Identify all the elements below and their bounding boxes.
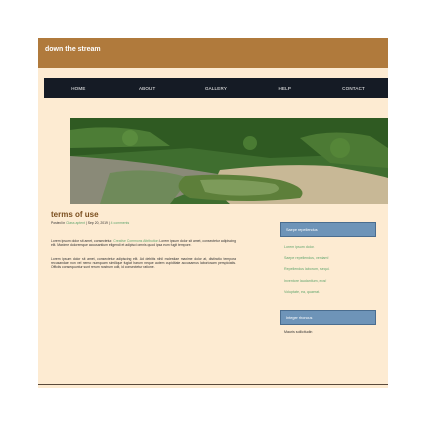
nav-help[interactable]: HELP — [250, 86, 319, 91]
page: down the stream HOME ABOUT GALLERY HELP … — [38, 38, 388, 388]
sidebar-links: Lorem ipsum dolor. Saepe repellendus, ve… — [284, 245, 378, 294]
sidebar-link[interactable]: Repellendus laborum, sequi. — [284, 267, 378, 271]
post-title[interactable]: terms of use — [51, 210, 236, 219]
main-content: terms of use Posted in Class aptent | Se… — [51, 210, 236, 279]
sidebar-link[interactable]: Inventore laudantium, eos! — [284, 279, 378, 283]
main-nav: HOME ABOUT GALLERY HELP CONTACT — [44, 78, 388, 98]
meta-prefix: Posted in — [51, 221, 66, 225]
stream-photo — [70, 118, 388, 204]
post-meta: Posted in Class aptent | Sep 20, 2019 | … — [51, 221, 130, 225]
footer-divider — [38, 384, 388, 385]
sidebar-button-integer[interactable]: Integer rhoncus — [280, 310, 376, 326]
sidebar-items: Mauris sollicitudin — [284, 330, 378, 334]
nav-gallery[interactable]: GALLERY — [182, 86, 251, 91]
sidebar: Saepe repellendus Lorem ipsum dolor. Sae… — [280, 222, 378, 338]
meta-comments[interactable]: 4 comments — [111, 221, 129, 225]
sidebar-link[interactable]: Lorem ipsum dolor. — [284, 245, 378, 249]
header-banner: down the stream — [38, 38, 388, 68]
hero-image — [70, 118, 388, 204]
nav-home[interactable]: HOME — [44, 86, 113, 91]
nav-contact[interactable]: CONTACT — [319, 86, 388, 91]
sidebar-button-saepe[interactable]: Saepe repellendus — [280, 222, 376, 237]
site-title[interactable]: down the stream — [45, 46, 101, 53]
meta-category[interactable]: Class aptent — [66, 221, 85, 225]
nav-about[interactable]: ABOUT — [113, 86, 182, 91]
paragraph-2: Lorem ipsum dolor sit amet, consectetur … — [51, 257, 236, 270]
paragraph-1: Lorem ipsum dolor sit amet, consectetur.… — [51, 239, 236, 247]
sidebar-link[interactable]: Saepe repellendus, veniam! — [284, 256, 378, 260]
sidebar-link[interactable]: Voluptate, ea, quaerat. — [284, 290, 378, 294]
meta-date: Sep 20, 2019 — [87, 221, 108, 225]
sidebar-item[interactable]: Mauris sollicitudin — [284, 330, 378, 334]
